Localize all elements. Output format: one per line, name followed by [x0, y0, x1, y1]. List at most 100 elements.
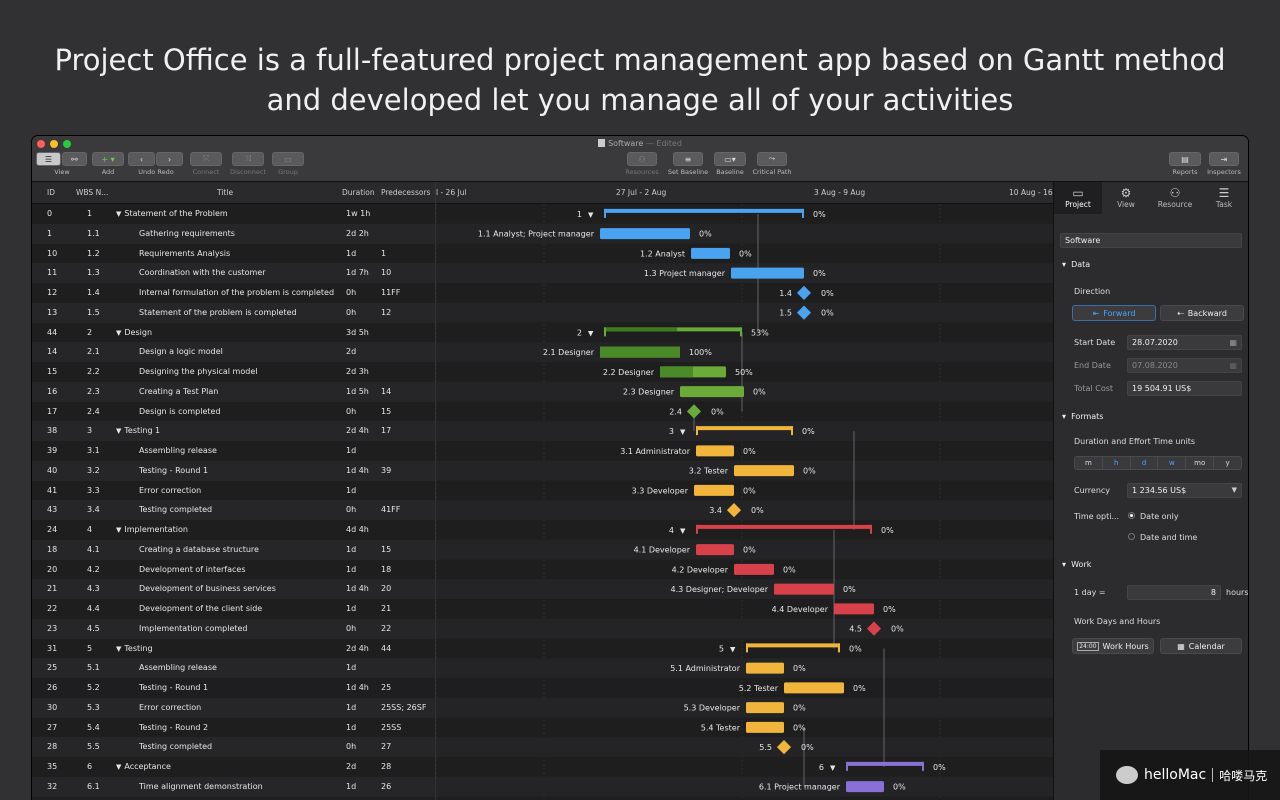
resources-button[interactable]: ⚇ Resources [624, 152, 660, 176]
unit-hours[interactable]: h [1103, 457, 1131, 469]
task-row[interactable]: 39 3.1 Assembling release 1d [32, 441, 436, 461]
task-bar[interactable] [846, 781, 884, 793]
gantt-bar-task[interactable]: 5.4 Tester 0% [701, 721, 806, 733]
task-row[interactable]: 12 1.4 Internal formulation of the problem… [32, 283, 436, 303]
gantt-bar-task[interactable]: 1.2 Analyst 0% [640, 247, 752, 259]
task-bar[interactable] [834, 603, 874, 615]
start-date-field[interactable]: 28.07.2020 ▦ [1127, 335, 1242, 350]
task-row[interactable]: 35 6 ▼ Acceptance 2d 28 [32, 757, 436, 777]
unit-days[interactable]: d [1131, 457, 1159, 469]
column-title[interactable]: Title [217, 188, 233, 197]
disconnect-button[interactable]: ⤨ Disconnect [228, 152, 268, 176]
task-row[interactable]: 30 5.3 Error correction 1d 25SS; 26SF [32, 697, 436, 718]
task-bar[interactable] [696, 445, 734, 457]
date-and-time-radio[interactable] [1128, 533, 1135, 540]
undo-redo-control[interactable]: ‹ › Undo Redo [128, 152, 184, 176]
set-baseline-button[interactable]: ≡ Set Baseline [664, 152, 712, 176]
view-control[interactable]: ☰ ⚯ View [36, 152, 88, 176]
task-row[interactable]: 15 2.2 Designing the physical model 2d 3h [32, 362, 436, 382]
gantt-bar-milestone[interactable]: 1.4 0% [779, 285, 834, 300]
task-row[interactable]: 17 2.4 Design is completed 0h 15 [32, 402, 436, 422]
task-bar[interactable] [746, 662, 784, 674]
task-row[interactable]: 23 4.5 Implementation completed 0h 22 [32, 618, 436, 639]
task-row[interactable]: 18 4.1 Creating a database structure 1d 15 [32, 539, 436, 560]
network-view-icon[interactable]: ⚯ [62, 152, 87, 166]
task-bar[interactable] [734, 465, 794, 477]
gantt-bar-task[interactable]: 3.1 Administrator 0% [620, 445, 756, 457]
critical-path-button[interactable]: ⤳ Critical Path [750, 152, 794, 176]
calendar-button[interactable]: ▦ Calendar [1160, 638, 1242, 654]
task-row[interactable]: 32 6.1 Time alignment demonstration 1d 26 [32, 776, 436, 797]
column-predecessors[interactable]: Predecessors [381, 188, 430, 197]
forward-button[interactable]: ⇤ Forward [1072, 305, 1156, 321]
milestone-diamond[interactable] [686, 404, 702, 419]
unit-years[interactable]: y [1214, 457, 1241, 469]
task-row[interactable]: 25 5.1 Assembling release 1d [32, 658, 436, 678]
gantt-bar-task[interactable]: 5.2 Tester 0% [739, 682, 866, 694]
inspector-tab-project[interactable]: ▭ Project [1054, 182, 1102, 214]
task-bar[interactable] [734, 563, 774, 575]
task-row[interactable]: 20 4.2 Development of interfaces 1d 18 [32, 560, 436, 580]
gantt-bar-summary[interactable]: 1 ▼ 0% [577, 208, 826, 219]
task-row[interactable]: 26 5.2 Testing - Round 1 1d 4h 25 [32, 678, 436, 698]
collapse-triangle-icon[interactable]: ▼ [730, 645, 736, 653]
collapse-triangle-icon[interactable]: ▼ [830, 764, 836, 772]
gantt-bar-task[interactable]: 1.3 Project manager 0% [644, 267, 826, 279]
task-bar[interactable] [691, 247, 730, 259]
inspector-tab-task[interactable]: ☰ Task [1200, 186, 1248, 209]
gantt-bar-task[interactable]: 2.2 Designer 50% [603, 366, 753, 378]
gantt-bar-summary[interactable]: 5 ▼ 0% [719, 643, 862, 653]
task-row[interactable]: 22 4.4 Development of the client side 1d 21 [32, 599, 436, 619]
task-row[interactable]: 11 1.3 Coordination with the customer 1d 7h… [32, 263, 436, 283]
disclosure-triangle-icon[interactable]: ▼ [116, 763, 121, 771]
column-duration[interactable]: Duration [342, 188, 375, 197]
task-row[interactable]: 24 4 ▼ Implementation 4d 4h [32, 520, 436, 540]
task-row[interactable]: 44 2 ▼ Design 3d 5h [32, 323, 436, 343]
summary-bar[interactable] [696, 426, 793, 431]
formats-section-header[interactable]: ▾ Formats [1062, 412, 1103, 421]
undo-icon[interactable]: ‹ [128, 152, 155, 166]
group-button[interactable]: ▭ Group [272, 152, 304, 176]
date-only-radio[interactable] [1128, 512, 1135, 519]
redo-icon[interactable]: › [156, 152, 183, 166]
data-section-header[interactable]: ▾ Data [1062, 260, 1090, 269]
task-bar[interactable] [784, 682, 844, 694]
inspector-tab-resource[interactable]: ⚇ Resource [1151, 186, 1199, 209]
task-row[interactable]: 41 3.3 Error correction 1d [32, 481, 436, 501]
task-bar[interactable] [680, 386, 744, 398]
task-row[interactable]: 0 1 ▼ Statement of the Problem 1w 1h [32, 204, 436, 224]
gantt-bar-summary[interactable]: 2 ▼ 53% [577, 327, 769, 337]
task-row[interactable]: 40 3.2 Testing - Round 1 1d 4h 39 [32, 460, 436, 481]
unit-months[interactable]: mo [1186, 457, 1215, 469]
task-row[interactable]: 31 5 ▼ Testing 2d 4h 44 [32, 639, 436, 659]
inspectors-button[interactable]: ⇥ Inspectors [1206, 152, 1242, 176]
gantt-bar-task[interactable]: 3.3 Developer 0% [632, 484, 757, 496]
gantt-view-icon[interactable]: ☰ [36, 152, 61, 166]
collapse-triangle-icon[interactable]: ▼ [680, 428, 686, 436]
milestone-diamond[interactable] [796, 285, 812, 300]
project-name-field[interactable]: Software [1060, 233, 1242, 248]
task-row[interactable]: 43 3.4 Testing completed 0h 41FF [32, 500, 436, 520]
task-bar[interactable] [746, 721, 784, 733]
task-row[interactable]: 27 5.4 Testing - Round 2 1d 25SS [32, 718, 436, 738]
task-row[interactable]: 13 1.5 Statement of the problem is complet… [32, 302, 436, 323]
hours-per-day-field[interactable]: 8 [1127, 585, 1221, 600]
add-button[interactable]: + ▾ Add [92, 152, 124, 176]
work-section-header[interactable]: ▾ Work [1062, 560, 1091, 569]
summary-bar[interactable] [846, 761, 924, 766]
task-row[interactable]: 10 1.2 Requirements Analysis 1d 1 [32, 244, 436, 264]
backward-button[interactable]: ⇠ Backward [1160, 305, 1244, 321]
collapse-triangle-icon[interactable]: ▼ [588, 211, 594, 219]
summary-bar[interactable] [604, 208, 804, 213]
task-bar[interactable] [696, 544, 734, 556]
disclosure-triangle-icon[interactable]: ▼ [116, 210, 121, 218]
connect-button[interactable]: ⤧ Connect [190, 152, 222, 176]
task-bar[interactable] [746, 702, 784, 714]
task-row[interactable]: 38 3 ▼ Testing 1 2d 4h 17 [32, 421, 436, 441]
task-row[interactable]: 21 4.3 Development of business services 1d … [32, 579, 436, 599]
gantt-bar-milestone[interactable]: 2.4 0% [669, 404, 724, 419]
task-bar[interactable] [731, 267, 804, 279]
gantt-bar-task[interactable]: 4.3 Designer; Developer 0% [671, 583, 857, 595]
disclosure-triangle-icon[interactable]: ▼ [116, 329, 121, 337]
baseline-button[interactable]: ▭▾ Baseline [714, 152, 746, 176]
